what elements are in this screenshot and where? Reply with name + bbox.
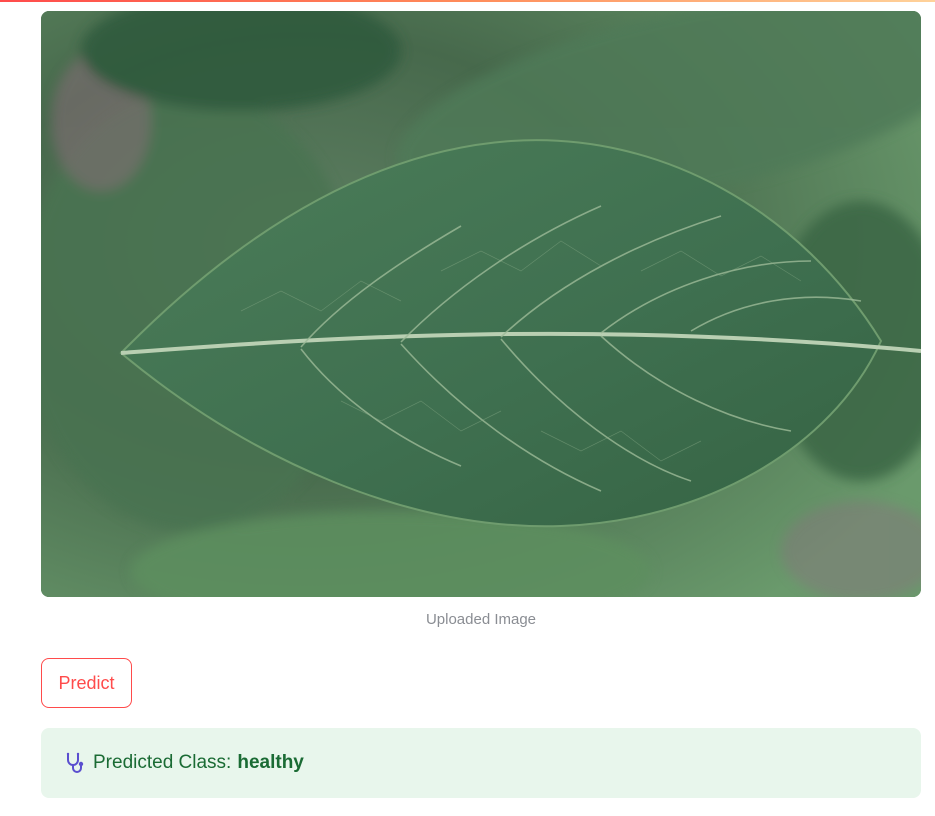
predicted-class-label: Predicted Class: <box>93 752 232 773</box>
header-decoration-bar <box>0 0 935 2</box>
predict-button[interactable]: Predict <box>41 658 132 708</box>
predicted-class-value: healthy <box>237 752 304 773</box>
image-caption: Uploaded Image <box>425 611 537 628</box>
prediction-result-alert: Predicted Class: healthy <box>41 728 921 798</box>
leaf-illustration <box>41 11 921 597</box>
uploaded-leaf-image <box>41 11 921 597</box>
stethoscope-icon <box>63 751 87 775</box>
